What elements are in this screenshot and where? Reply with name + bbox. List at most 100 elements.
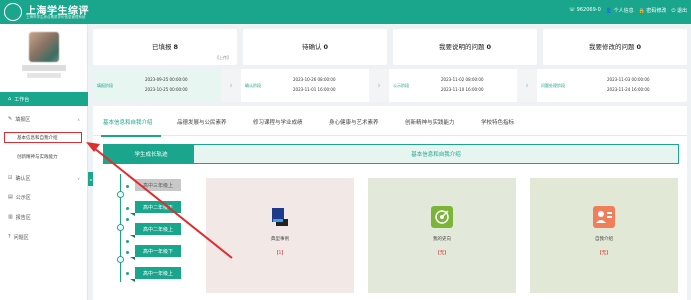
phone-number: 962069-0 (576, 7, 601, 13)
chevron-down-icon: ∨ (77, 175, 80, 181)
category-tabs: 基本信息和自我介绍 品德发展与公民素养 修习课程与学业成绩 身心健康与艺术素养 … (93, 106, 687, 137)
personal-info-label: 个人信息 (613, 8, 634, 14)
card-badge: 【1】 (274, 251, 286, 256)
process-start: 2023-11-03 00:00:00 (607, 77, 650, 82)
active-tab-indicator (101, 135, 161, 137)
card-self-intro[interactable]: 自我介绍 【无】 (530, 178, 678, 293)
process-step-fill: 填报阶段 2023-09-25 00:00:00 2023-10-25 00:0… (93, 69, 221, 102)
sidebar-item-question-area[interactable]: ? 问题区 (0, 230, 88, 244)
top-bar: 上海学生综评 上海市学生综合素质评价信息管理系统 ☏ 962069-0 👤 个人… (0, 0, 691, 24)
chevron-left-icon: ◂ (89, 176, 92, 182)
tab-basic-info[interactable]: 基本信息和自我介绍 (103, 118, 153, 126)
target-icon (431, 206, 453, 228)
user-name-blurred (22, 65, 66, 71)
logout-link[interactable]: ⏻ 退出 (671, 7, 687, 14)
sidebar-item-label: 工作台 (14, 96, 30, 103)
process-step-label: 公示阶段 (393, 83, 409, 88)
tab-school-features[interactable]: 学校特色指标 (481, 118, 514, 126)
timeline-dot (126, 185, 129, 188)
stat-card-filled[interactable]: 已填报 8 【上传】 (93, 29, 237, 65)
chevron-right-icon: › (517, 69, 537, 102)
growth-track-header: 学生成长轨迹 (103, 144, 209, 164)
stat-label: 已填报 8 (93, 41, 237, 51)
sidebar-item-workbench[interactable]: ⌂ 工作台 (0, 92, 88, 106)
timeline-dot (126, 240, 129, 243)
sidebar-item-label: 创新精神与实践能力 (17, 154, 58, 160)
card-title: 典型事例 (271, 237, 289, 242)
user-id-blurred (27, 73, 61, 78)
timeline-dot (126, 272, 129, 275)
process-end: 2023-10-25 00:00:00 (145, 87, 188, 92)
main-content: 基本信息和自我介绍 品德发展与公民素养 修习课程与学业成绩 身心健康与艺术素养 … (93, 106, 687, 300)
chevron-right-icon: › (221, 69, 241, 102)
card-typical-case[interactable]: 典型事例 【1】 (206, 178, 354, 293)
grade-item[interactable]: 高中一年级下 (130, 245, 181, 260)
stat-count: 0 (636, 43, 642, 51)
upload-link[interactable]: 【上传】 (215, 55, 231, 61)
timeline-dot (126, 251, 129, 254)
process-step-dates: 2023-11-02 08:00:00 2023-11-10 16:00:00 (441, 75, 483, 95)
stat-card-pending[interactable]: 待确认 0 (243, 29, 387, 65)
grade-item[interactable]: 高中一年级上 (130, 267, 181, 282)
grade-item[interactable]: 高中二年级上 (130, 223, 181, 238)
logout-label: 退出 (676, 8, 687, 14)
grade-item[interactable]: 高中三年级上 (135, 179, 181, 191)
sidebar-item-fill-area[interactable]: ✎ 填报区 ∧ (0, 112, 88, 126)
sidebar-item-label: 问题区 (13, 234, 29, 241)
tab-morality[interactable]: 品德发展与公民素养 (177, 118, 227, 126)
card-badge: 【无】 (435, 251, 449, 256)
timeline-node (117, 256, 124, 263)
edit-icon: ✎ (8, 116, 13, 122)
stat-label: 待确认 0 (243, 41, 387, 51)
process-step-dates: 2023-11-03 00:00:00 2023-11-24 16:00:00 (607, 75, 649, 95)
stat-count: 0 (486, 43, 492, 51)
stat-label: 我要说明的问题 0 (393, 41, 537, 51)
question-icon: ? (8, 234, 11, 240)
process-step-dates: 2023-10-26 08:00:00 2023-11-01 16:00:00 (293, 75, 335, 95)
card-title: 自我介绍 (595, 237, 613, 242)
stat-count: 0 (323, 43, 329, 51)
sidebar-item-report-area[interactable]: ▥ 报告区 (0, 210, 88, 224)
card-badge: 【无】 (597, 251, 611, 256)
process-end: 2023-11-24 16:00:00 (607, 87, 650, 92)
process-end: 2023-11-01 16:00:00 (293, 87, 336, 92)
tab-health-arts[interactable]: 身心健康与艺术素养 (329, 118, 379, 126)
grade-item[interactable]: 高中二年级下 (130, 201, 181, 216)
personal-info-link[interactable]: 👤 个人信息 (606, 7, 634, 14)
logo-icon (4, 3, 22, 21)
process-start: 2023-11-02 08:00:00 (441, 77, 484, 82)
avatar (29, 32, 59, 62)
sidebar-item-public-area[interactable]: ▤ 公示区 (0, 190, 88, 204)
timeline-node (117, 191, 124, 198)
sidebar-item-confirm-area[interactable]: ☑ 确认区 ∨ (0, 171, 88, 185)
person-icon (593, 206, 615, 228)
process-end: 2023-11-10 16:00:00 (441, 87, 484, 92)
sidebar-item-basic-info[interactable]: 基本信息和自我介绍 (4, 132, 82, 143)
timeline-node (117, 224, 124, 231)
sidebar-item-label: 确认区 (15, 175, 31, 182)
stat-name: 我要说明的问题 (438, 43, 485, 51)
stat-name: 待确认 (301, 43, 322, 51)
process-step-public: 公示阶段 2023-11-02 08:00:00 2023-11-10 16:0… (389, 69, 517, 102)
sidebar-item-label: 基本信息和自我介绍 (17, 135, 58, 141)
process-step-confirm: 确认阶段 2023-10-26 08:00:00 2023-11-01 16:0… (241, 69, 369, 102)
tab-courses[interactable]: 修习课程与学业成绩 (253, 118, 303, 126)
timeline-dot (126, 218, 129, 221)
tab-innovation[interactable]: 创新精神与实践能力 (405, 118, 455, 126)
profile-icon (269, 206, 291, 228)
sidebar-item-label: 报告区 (15, 214, 31, 221)
stat-label: 我要修改的问题 0 (543, 41, 687, 51)
stat-card-modify[interactable]: 我要修改的问题 0 (543, 29, 687, 65)
top-actions: ☏ 962069-0 👤 个人信息 🔒 密码修改 ⏻ 退出 (569, 7, 687, 14)
basic-info-header: 基本信息和自我介绍 (193, 144, 679, 164)
stat-card-explain[interactable]: 我要说明的问题 0 (393, 29, 537, 65)
chevron-up-icon: ∧ (77, 116, 80, 122)
sidebar-item-label: 填报区 (15, 116, 31, 123)
stat-name: 已填报 (151, 43, 172, 51)
change-password-link[interactable]: 🔒 密码修改 (639, 7, 667, 14)
chevron-right-icon: › (369, 69, 389, 102)
timeline-dot (126, 207, 129, 210)
sidebar-item-innovation[interactable]: 创新精神与实践能力 (0, 151, 88, 162)
card-my-direction[interactable]: 我的史向 【无】 (368, 178, 516, 293)
process-step-label: 问题处理阶段 (541, 83, 565, 88)
